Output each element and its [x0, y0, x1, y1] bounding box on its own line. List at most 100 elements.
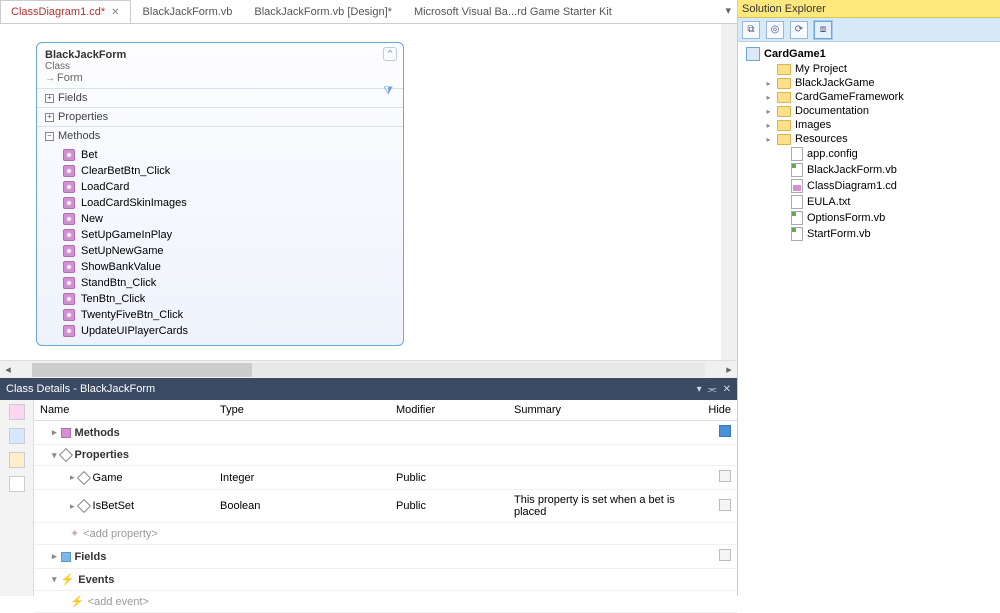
- dropdown-icon[interactable]: ▾: [697, 384, 702, 395]
- tree-item[interactable]: ▸Resources: [740, 132, 998, 146]
- chevron-right-icon[interactable]: ▸: [764, 121, 773, 130]
- method-item[interactable]: ClearBetBtn_Click: [37, 163, 403, 179]
- field-icon[interactable]: [9, 452, 25, 468]
- category-fields[interactable]: Fields: [34, 545, 737, 569]
- method-label: Bet: [81, 149, 98, 161]
- method-item[interactable]: TenBtn_Click: [37, 291, 403, 307]
- method-icon: [63, 197, 75, 209]
- view-class-diagram-icon[interactable]: ⧈: [814, 21, 832, 39]
- method-item[interactable]: ShowBankValue: [37, 259, 403, 275]
- folder-icon: [777, 120, 791, 131]
- hide-checkbox[interactable]: [719, 499, 731, 511]
- pin-icon[interactable]: ⫘: [708, 384, 717, 395]
- chevron-right-icon[interactable]: [52, 551, 57, 562]
- vbfile-icon: [791, 227, 803, 241]
- chevron-right-icon[interactable]: [52, 427, 57, 438]
- tree-item[interactable]: ▸ Documentation: [740, 104, 998, 118]
- class-diagram-canvas[interactable]: BlackJackForm Class →Form ⌃ ⧩ +Fields +P…: [0, 24, 721, 360]
- tab-blackjackform-design[interactable]: BlackJackForm.vb [Design]*: [244, 0, 402, 23]
- hide-checkbox[interactable]: [719, 425, 731, 437]
- method-item[interactable]: LoadCardSkinImages: [37, 195, 403, 211]
- close-icon[interactable]: ✕: [111, 7, 119, 18]
- method-item[interactable]: SetUpNewGame: [37, 243, 403, 259]
- chevron-right-icon[interactable]: ▸: [764, 93, 773, 102]
- txtfile-icon: [791, 147, 803, 161]
- category-events[interactable]: ⚡Events: [34, 569, 737, 591]
- method-item[interactable]: Bet: [37, 147, 403, 163]
- property-row[interactable]: Game Integer Public: [34, 466, 737, 490]
- tree-item[interactable]: BlackJackForm.vb: [740, 162, 998, 178]
- section-properties[interactable]: +Properties: [37, 107, 403, 126]
- hide-checkbox[interactable]: [719, 549, 731, 561]
- tab-blackjackform-vb[interactable]: BlackJackForm.vb: [133, 0, 243, 23]
- project-node[interactable]: CardGame1: [740, 46, 998, 62]
- tree-item[interactable]: ▸ Images: [740, 118, 998, 132]
- section-fields[interactable]: +Fields: [37, 88, 403, 107]
- method-item[interactable]: SetUpGameInPlay: [37, 227, 403, 243]
- tree-item[interactable]: app.config: [740, 146, 998, 162]
- properties-icon[interactable]: ⧉: [742, 21, 760, 39]
- tab-classdiagram[interactable]: ClassDiagram1.cd* ✕: [0, 0, 131, 23]
- expand-icon[interactable]: +: [45, 94, 54, 103]
- collapse-icon[interactable]: −: [45, 132, 54, 141]
- col-summary[interactable]: Summary: [508, 400, 697, 420]
- horizontal-scrollbar[interactable]: ◂ ▸: [0, 360, 737, 378]
- tree-item[interactable]: My Project: [740, 62, 998, 76]
- col-type[interactable]: Type: [214, 400, 390, 420]
- tab-overflow-dropdown[interactable]: ▾: [719, 0, 737, 23]
- tree-label: Images: [795, 119, 831, 131]
- add-property-row[interactable]: ✦<add property>: [34, 523, 737, 545]
- scrollbar-thumb[interactable]: [32, 363, 252, 377]
- method-label: LoadCard: [81, 181, 129, 193]
- method-item[interactable]: StandBtn_Click: [37, 275, 403, 291]
- col-hide[interactable]: Hide: [697, 400, 737, 420]
- chevron-right-icon[interactable]: ▸: [764, 79, 773, 88]
- vertical-scrollbar[interactable]: [721, 24, 737, 360]
- scroll-right-icon[interactable]: ▸: [721, 363, 737, 376]
- property-row[interactable]: IsBetSet Boolean Public This property is…: [34, 490, 737, 523]
- category-methods[interactable]: Methods: [34, 421, 737, 445]
- tree-item[interactable]: EULA.txt: [740, 194, 998, 210]
- tab-starter-kit[interactable]: Microsoft Visual Ba...rd Game Starter Ki…: [404, 0, 622, 23]
- add-event-row[interactable]: ⚡<add event>: [34, 591, 737, 613]
- filter-icon[interactable]: ⧩: [383, 85, 393, 98]
- refresh-icon[interactable]: ⟳: [790, 21, 808, 39]
- col-modifier[interactable]: Modifier: [390, 400, 508, 420]
- chevron-right-icon[interactable]: [70, 501, 75, 512]
- chevron-right-icon[interactable]: ▸: [764, 135, 773, 144]
- method-item[interactable]: LoadCard: [37, 179, 403, 195]
- method-item[interactable]: New: [37, 211, 403, 227]
- chevron-down-icon[interactable]: [52, 574, 57, 585]
- col-name[interactable]: Name: [34, 400, 214, 420]
- chevron-right-icon[interactable]: ▸: [764, 107, 773, 116]
- method-item[interactable]: TwentyFiveBtn_Click: [37, 307, 403, 323]
- method-label: ShowBankValue: [81, 261, 161, 273]
- cdfile-icon: [791, 179, 803, 193]
- section-methods: −Methods BetClearBetBtn_ClickLoadCardLoa…: [37, 126, 403, 345]
- class-box-blackjackform[interactable]: BlackJackForm Class →Form ⌃ ⧩ +Fields +P…: [36, 42, 404, 346]
- chevron-right-icon[interactable]: [70, 472, 75, 483]
- tree-item[interactable]: StartForm.vb: [740, 226, 998, 242]
- tree-label: Documentation: [795, 105, 869, 117]
- category-properties[interactable]: Properties: [34, 445, 737, 466]
- tree-item[interactable]: ▸CardGameFramework: [740, 90, 998, 104]
- tree-item[interactable]: ▸BlackJackGame: [740, 76, 998, 90]
- tree-label: EULA.txt: [807, 196, 850, 208]
- method-icon[interactable]: [9, 404, 25, 420]
- details-toolbar: [0, 400, 34, 596]
- panel-title: Class Details - BlackJackForm: [6, 383, 155, 395]
- folder-icon: [777, 64, 791, 75]
- tree-item[interactable]: OptionsForm.vb: [740, 210, 998, 226]
- method-icon: [63, 165, 75, 177]
- chevron-down-icon[interactable]: [52, 450, 57, 461]
- event-icon[interactable]: [9, 476, 25, 492]
- expand-icon[interactable]: +: [45, 113, 54, 122]
- collapse-icon[interactable]: ⌃: [383, 47, 397, 61]
- tree-item[interactable]: ClassDiagram1.cd: [740, 178, 998, 194]
- scroll-left-icon[interactable]: ◂: [0, 363, 16, 376]
- hide-checkbox[interactable]: [719, 470, 731, 482]
- close-icon[interactable]: ✕: [723, 384, 731, 395]
- method-item[interactable]: UpdateUIPlayerCards: [37, 323, 403, 339]
- show-all-icon[interactable]: ◎: [766, 21, 784, 39]
- property-icon[interactable]: [9, 428, 25, 444]
